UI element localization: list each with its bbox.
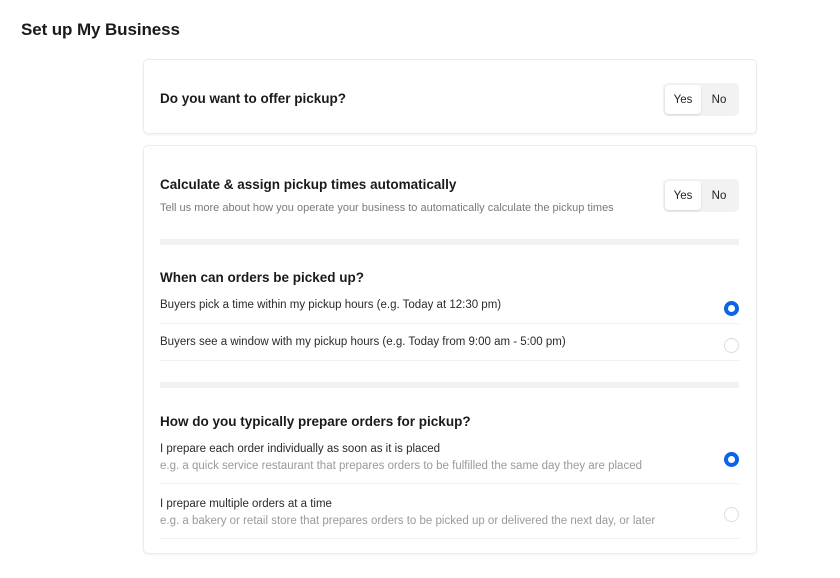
pickup-time-question: When can orders be picked up? xyxy=(160,270,365,285)
auto-assign-yes-button[interactable]: Yes xyxy=(665,181,701,210)
offer-pickup-card: Do you want to offer pickup? Yes No xyxy=(143,59,757,134)
offer-pickup-toggle: Yes No xyxy=(663,83,739,116)
offer-pickup-yes-button[interactable]: Yes xyxy=(665,85,701,114)
option-label: Buyers pick a time within my pickup hour… xyxy=(160,299,502,311)
offer-pickup-question: Do you want to offer pickup? xyxy=(160,91,346,106)
option-label: I prepare each order individually as soo… xyxy=(160,443,440,455)
section-divider xyxy=(160,239,739,245)
option-label: I prepare multiple orders at a time xyxy=(160,498,332,510)
auto-assign-no-button[interactable]: No xyxy=(701,181,737,210)
preparation-question: How do you typically prepare orders for … xyxy=(160,414,471,429)
preparation-option-individual[interactable]: I prepare each order individually as soo… xyxy=(160,443,739,484)
option-label: Buyers see a window with my pickup hours… xyxy=(160,336,566,348)
auto-assign-question: Calculate & assign pickup times automati… xyxy=(160,177,457,192)
option-hint: e.g. a bakery or retail store that prepa… xyxy=(160,515,656,527)
section-divider xyxy=(160,382,739,388)
auto-assign-description: Tell us more about how you operate your … xyxy=(160,202,614,214)
radio-selected-icon[interactable] xyxy=(724,452,739,467)
radio-selected-icon[interactable] xyxy=(724,301,739,316)
radio-unselected-icon[interactable] xyxy=(724,338,739,353)
pickup-time-option-pick-time[interactable]: Buyers pick a time within my pickup hour… xyxy=(160,299,739,324)
pickup-settings-card: Calculate & assign pickup times automati… xyxy=(143,145,757,554)
radio-unselected-icon[interactable] xyxy=(724,507,739,522)
option-hint: e.g. a quick service restaurant that pre… xyxy=(160,460,642,472)
offer-pickup-no-button[interactable]: No xyxy=(701,85,737,114)
pickup-time-option-window[interactable]: Buyers see a window with my pickup hours… xyxy=(160,336,739,361)
preparation-option-batch[interactable]: I prepare multiple orders at a time e.g.… xyxy=(160,498,739,539)
auto-assign-toggle: Yes No xyxy=(663,179,739,212)
page-title: Set up My Business xyxy=(21,20,180,39)
